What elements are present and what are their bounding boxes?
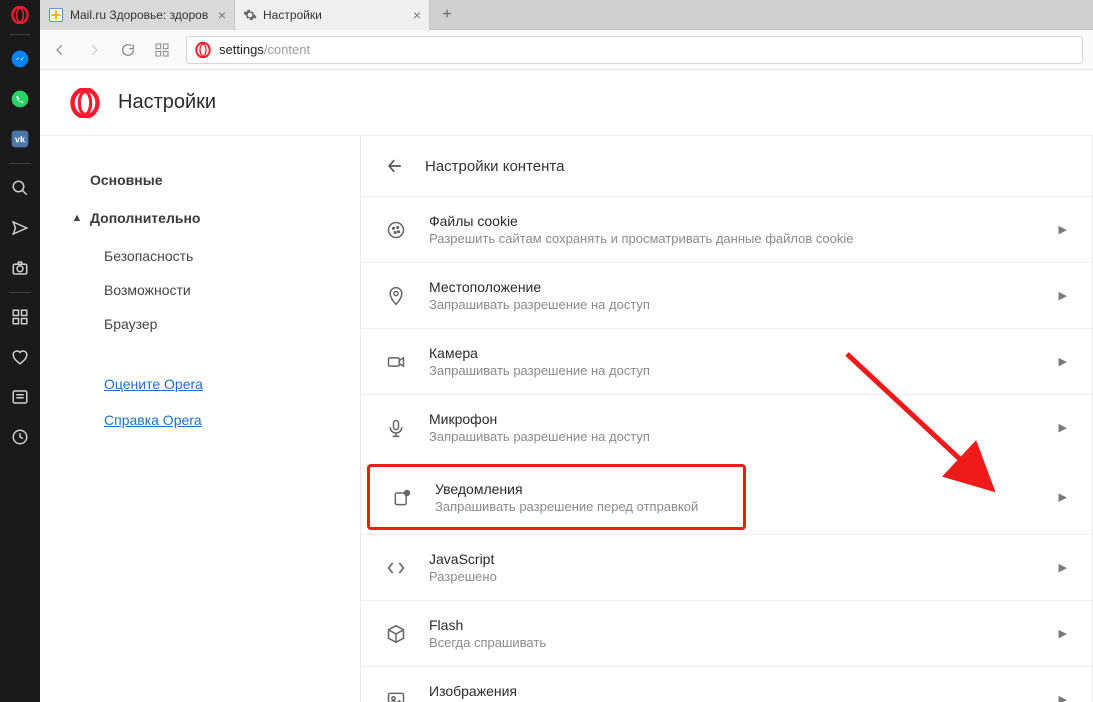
address-bar[interactable]: settings/content: [186, 36, 1083, 64]
row-title: Flash: [429, 617, 1037, 633]
search-icon[interactable]: [0, 168, 40, 208]
row-subtitle: Разрешено: [429, 569, 1037, 584]
row-camera[interactable]: Камера Запрашивать разрешение на доступ ▶: [361, 328, 1091, 394]
page-title: Настройки: [118, 91, 216, 114]
tab-settings[interactable]: Настройки ×: [235, 0, 430, 30]
camera-icon: [385, 352, 407, 372]
speed-dial-icon[interactable]: [0, 297, 40, 337]
divider: [10, 292, 30, 293]
row-microphone[interactable]: Микрофон Запрашивать разрешение на доступ…: [361, 394, 1091, 460]
chevron-right-icon: ▶: [1059, 693, 1067, 702]
sidebar-item-advanced[interactable]: ▲ Дополнительно: [70, 204, 330, 232]
divider: [10, 34, 30, 35]
vk-icon[interactable]: vk: [0, 119, 40, 159]
plugin-icon: [385, 624, 407, 644]
settings-page: Настройки Основные ▲ Дополнительно Безоп…: [40, 70, 1093, 702]
sidebar-item-features[interactable]: Возможности: [70, 276, 330, 304]
row-javascript[interactable]: JavaScript Разрешено ▶: [361, 534, 1091, 600]
row-subtitle: Запрашивать разрешение перед отправкой: [435, 499, 722, 514]
cookie-icon: [385, 220, 407, 240]
chevron-right-icon: ▶: [1059, 561, 1067, 574]
row-location[interactable]: Местоположение Запрашивать разрешение на …: [361, 262, 1091, 328]
row-notifications[interactable]: Уведомления Запрашивать разрешение перед …: [367, 464, 746, 530]
divider: [10, 163, 30, 164]
image-icon: [385, 690, 407, 702]
snapshot-icon[interactable]: [0, 248, 40, 288]
news-icon[interactable]: [0, 377, 40, 417]
row-cookies[interactable]: Файлы cookie Разрешить сайтам сохранять и…: [361, 196, 1091, 262]
start-page-button[interactable]: [152, 40, 172, 60]
address-text: settings/content: [219, 42, 310, 57]
sidebar-item-browser[interactable]: Браузер: [70, 310, 330, 338]
sidebar-item-security[interactable]: Безопасность: [70, 242, 330, 270]
toolbar: settings/content: [40, 30, 1093, 70]
forward-button[interactable]: [84, 40, 104, 60]
row-title: Камера: [429, 345, 1037, 361]
tab-favicon-icon: [48, 7, 64, 23]
location-icon: [385, 286, 407, 306]
history-icon[interactable]: [0, 417, 40, 457]
row-flash[interactable]: Flash Всегда спрашивать ▶: [361, 600, 1091, 666]
chevron-right-icon: ▶: [1059, 627, 1067, 640]
code-icon: [385, 558, 407, 578]
content-panel: Настройки контента Файлы cookie Разрешить…: [360, 136, 1093, 702]
row-title: Изображения: [429, 683, 1037, 699]
notifications-icon: [391, 488, 413, 508]
whatsapp-icon[interactable]: [0, 79, 40, 119]
row-subtitle: Всегда спрашивать: [429, 635, 1037, 650]
row-subtitle: Запрашивать разрешение на доступ: [429, 363, 1037, 378]
microphone-icon: [385, 418, 407, 438]
row-subtitle: Запрашивать разрешение на доступ: [429, 429, 1037, 444]
sidebar-rail: vk: [0, 0, 40, 702]
gear-icon: [243, 8, 257, 22]
tab-title: Настройки: [263, 8, 407, 22]
sidebar-link-rate[interactable]: Оцените Opera: [70, 370, 330, 398]
chevron-right-icon: ▶: [1059, 421, 1067, 434]
page-header: Настройки: [40, 70, 1093, 136]
messenger-icon[interactable]: [0, 39, 40, 79]
row-title: Файлы cookie: [429, 213, 1037, 229]
chevron-right-icon: ▶: [1059, 491, 1067, 504]
close-icon[interactable]: ×: [413, 7, 421, 23]
opera-menu-icon[interactable]: [0, 0, 40, 30]
reload-button[interactable]: [118, 40, 138, 60]
sidebar-item-basic[interactable]: Основные: [70, 166, 330, 194]
row-subtitle: Разрешить сайтам сохранять и просматрива…: [429, 231, 1037, 246]
chevron-up-icon: ▲: [70, 212, 84, 224]
row-title: Микрофон: [429, 411, 1037, 427]
chevron-right-icon: ▶: [1059, 355, 1067, 368]
row-images[interactable]: ИзображенияПоказать все ▶: [361, 666, 1091, 702]
sidebar-item-label: Дополнительно: [90, 210, 200, 226]
tab-bar: Mail.ru Здоровье: здоров × Настройки × +: [40, 0, 1093, 30]
new-tab-button[interactable]: +: [430, 0, 464, 29]
row-subtitle: Запрашивать разрешение на доступ: [429, 297, 1037, 312]
row-title: Местоположение: [429, 279, 1037, 295]
content-header: Настройки контента: [361, 136, 1091, 196]
row-title: JavaScript: [429, 551, 1037, 567]
personal-news-icon[interactable]: [0, 208, 40, 248]
opera-logo-icon: [70, 88, 100, 118]
content-title: Настройки контента: [425, 158, 564, 175]
tab-mailru[interactable]: Mail.ru Здоровье: здоров ×: [40, 0, 235, 30]
settings-sidebar: Основные ▲ Дополнительно Безопасность Во…: [40, 136, 360, 702]
bookmarks-icon[interactable]: [0, 337, 40, 377]
chevron-right-icon: ▶: [1059, 289, 1067, 302]
sidebar-link-help[interactable]: Справка Opera: [70, 406, 330, 434]
svg-text:vk: vk: [15, 134, 26, 144]
back-button[interactable]: [50, 40, 70, 60]
back-arrow-button[interactable]: [385, 156, 405, 176]
tab-title: Mail.ru Здоровье: здоров: [70, 8, 212, 22]
opera-icon: [195, 42, 211, 58]
close-icon[interactable]: ×: [218, 7, 226, 23]
row-title: Уведомления: [435, 481, 722, 497]
chevron-right-icon: ▶: [1059, 223, 1067, 236]
